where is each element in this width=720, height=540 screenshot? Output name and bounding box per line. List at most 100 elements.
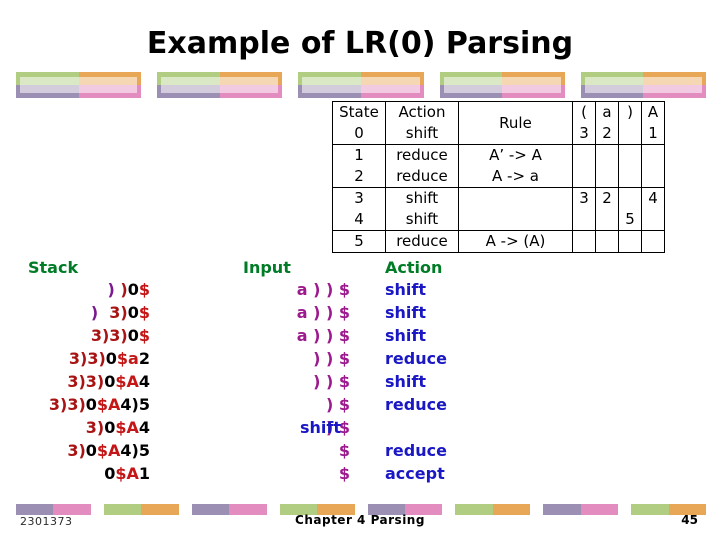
cell-goto bbox=[618, 123, 642, 145]
stack-token: ) bbox=[120, 280, 128, 299]
stack-token: 4 bbox=[138, 418, 150, 437]
stack-token: 4)5 bbox=[120, 441, 150, 460]
trace-stack-cell: 3)3)0$A4)5 bbox=[0, 395, 150, 414]
trace-row: 0$A1 $ accept bbox=[0, 464, 720, 487]
trace-row: 3)3)0$ a ) ) $ shift bbox=[0, 326, 720, 349]
trace-stack-cell: 3)0$A4)5 bbox=[0, 441, 150, 460]
stack-token: 0 bbox=[85, 395, 97, 414]
stack-token: 0 bbox=[127, 280, 139, 299]
stack-token: 0 bbox=[104, 464, 116, 483]
cell-goto bbox=[595, 230, 619, 253]
trace-stack-cell: ) 3)0$ bbox=[0, 303, 150, 322]
stack-token: 2 bbox=[138, 349, 150, 368]
trace-input-cell: a ) ) $ bbox=[296, 280, 350, 299]
trace-header-row: Stack Input Action bbox=[0, 258, 720, 280]
cell-goto: 2 bbox=[595, 123, 619, 145]
stack-token: $ bbox=[138, 280, 150, 299]
header-rule: Rule bbox=[458, 101, 573, 145]
decorative-bar-top bbox=[16, 72, 706, 98]
cell-goto bbox=[618, 230, 642, 253]
deco-inner-overlay bbox=[161, 77, 279, 93]
cell-action: shift bbox=[385, 123, 459, 145]
cell-goto bbox=[618, 187, 642, 209]
stack-token: ) bbox=[107, 280, 115, 299]
stack-token: 3) bbox=[85, 418, 105, 437]
stack-token: 0 bbox=[127, 326, 139, 345]
stack-token: 4 bbox=[138, 372, 150, 391]
stack-token: 0 bbox=[127, 303, 139, 322]
trace-header-stack: Stack bbox=[28, 258, 79, 277]
trace-action-cell: shift bbox=[385, 303, 427, 322]
table-row-header: State Action Rule ( a ) A bbox=[332, 101, 665, 145]
cell-goto: 3 bbox=[572, 123, 596, 145]
cell-goto bbox=[572, 144, 596, 166]
trace-input-cell: a ) ) $ bbox=[296, 303, 350, 322]
trace-action-cell: accept bbox=[385, 464, 445, 483]
stack-token: 3) bbox=[67, 441, 86, 460]
stack-token: $a bbox=[116, 349, 139, 368]
cell-goto bbox=[595, 166, 619, 188]
cell-rule: A’ -> A bbox=[458, 144, 573, 166]
stack-token: $ bbox=[138, 326, 150, 345]
stack-token: 0 bbox=[85, 441, 97, 460]
trace-stack-cell: 3)3)0$a2 bbox=[0, 349, 150, 368]
trace-header-input: Input bbox=[243, 258, 291, 277]
stack-token: $A bbox=[96, 441, 121, 460]
cell-rule: A -> a bbox=[458, 166, 573, 188]
trace-input-cell: ) ) $ bbox=[313, 349, 350, 368]
trace-header-action: Action bbox=[385, 258, 443, 277]
cell-state: 2 bbox=[332, 166, 386, 188]
trace-action-cell: reduce bbox=[385, 441, 447, 460]
header-terminal-lparen: ( bbox=[572, 101, 596, 123]
trace-input-cell: ) $ bbox=[325, 395, 350, 414]
deco-inner-overlay bbox=[20, 77, 138, 93]
cell-goto bbox=[595, 144, 619, 166]
deco-inner-overlay bbox=[443, 77, 561, 93]
table-row: 5 reduce A -> (A) bbox=[332, 230, 665, 253]
trace-stack-cell: 3)0$A4 bbox=[0, 418, 150, 437]
cell-action: shift bbox=[385, 187, 459, 209]
cell-goto bbox=[641, 166, 665, 188]
deco-inner-overlay bbox=[584, 77, 703, 93]
stack-token: 0 bbox=[105, 349, 117, 368]
cell-state: 5 bbox=[332, 230, 386, 253]
cell-goto: 2 bbox=[595, 187, 619, 209]
trace-row: 3)0$A4) $ shift bbox=[0, 418, 720, 441]
trace-action-cell: shift bbox=[385, 326, 427, 345]
stack-token: 3) bbox=[109, 303, 128, 322]
cell-goto bbox=[572, 209, 596, 231]
stack-token: $A bbox=[115, 418, 139, 437]
deco-inner-overlay bbox=[302, 77, 420, 93]
cell-goto bbox=[572, 230, 596, 253]
stack-token: 0 bbox=[104, 418, 116, 437]
cell-goto bbox=[641, 209, 665, 231]
trace-row: ) 3)0$ a ) ) $ shift bbox=[0, 303, 720, 326]
trace-row: 3)0$A4)5 $ reduce bbox=[0, 441, 720, 464]
decorative-block bbox=[16, 72, 142, 98]
table-row: 2 reduce A -> a bbox=[332, 166, 665, 188]
cell-state: 1 bbox=[332, 144, 386, 166]
cell-action: shift bbox=[385, 209, 459, 231]
page-title: Example of LR(0) Parsing bbox=[146, 26, 574, 61]
trace-action-cell: reduce bbox=[385, 349, 447, 368]
trace-row: ) )0$ a ) ) $ shift bbox=[0, 280, 720, 303]
header-terminal-a: a bbox=[595, 101, 619, 123]
decorative-block bbox=[298, 72, 424, 98]
stack-token: 3)3) bbox=[48, 395, 86, 414]
trace-row: 3)3)0$A4)5) $ reduce bbox=[0, 395, 720, 418]
trace-input-cell: ) ) $ bbox=[313, 372, 350, 391]
stack-token: 4)5 bbox=[120, 395, 150, 414]
table-row: 1 reduce A’ -> A bbox=[332, 144, 665, 166]
cell-state: 3 bbox=[332, 187, 386, 209]
stack-token: 3)3) bbox=[90, 326, 128, 345]
stack-token: $A bbox=[115, 372, 139, 391]
trace-action-cell: shift bbox=[385, 280, 427, 299]
cell-goto bbox=[618, 144, 642, 166]
cell-goto: 3 bbox=[572, 187, 596, 209]
stack-token: 3)3) bbox=[68, 349, 106, 368]
trace-stack-cell: 0$A1 bbox=[0, 464, 150, 483]
footer-chapter: Chapter 4 Parsing bbox=[295, 513, 425, 527]
decorative-block bbox=[580, 72, 706, 98]
cell-goto bbox=[572, 166, 596, 188]
stack-token: $A bbox=[96, 395, 121, 414]
